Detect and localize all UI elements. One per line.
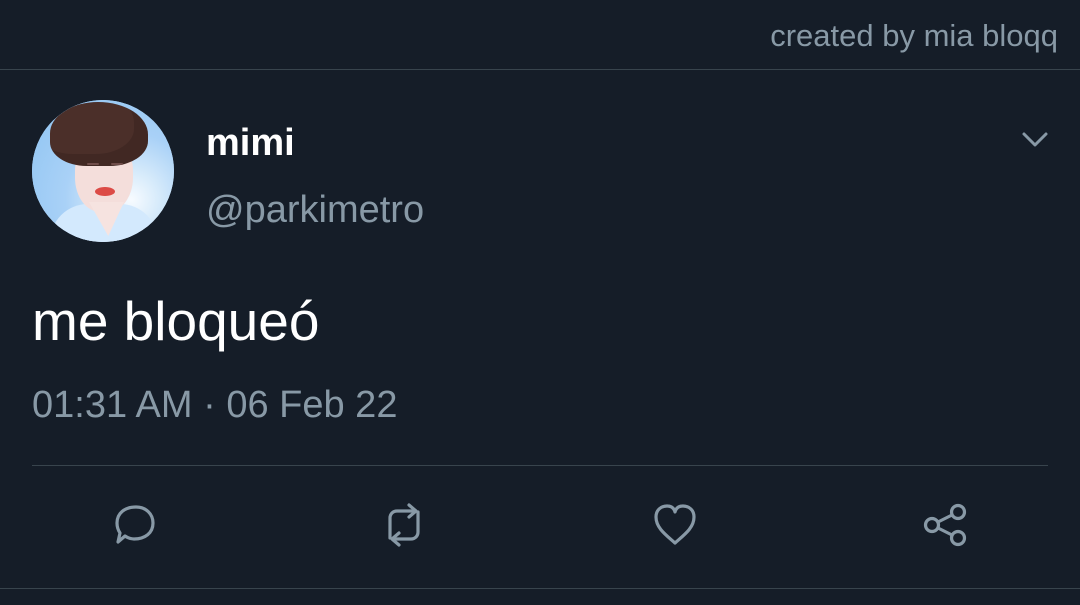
share-icon bbox=[923, 503, 967, 547]
avatar-left-eye bbox=[87, 163, 99, 165]
tweet-timestamp[interactable]: 01:31 AM · 06 Feb 22 bbox=[32, 383, 397, 427]
avatar[interactable] bbox=[32, 100, 174, 242]
author-name[interactable]: mimi bbox=[206, 121, 295, 165]
bottom-divider bbox=[0, 588, 1080, 589]
chevron-down-icon[interactable] bbox=[1018, 122, 1052, 156]
tweet-text: me bloqueó bbox=[32, 290, 320, 352]
avatar-right-eye bbox=[111, 163, 123, 165]
like-button[interactable] bbox=[648, 498, 702, 552]
retweet-icon bbox=[388, 503, 420, 547]
heart-icon bbox=[654, 504, 696, 545]
retweet-button[interactable] bbox=[377, 498, 431, 552]
reply-button[interactable] bbox=[107, 498, 161, 552]
author-handle[interactable]: @parkimetro bbox=[206, 188, 424, 232]
avatar-hair bbox=[50, 102, 148, 166]
share-button[interactable] bbox=[918, 498, 972, 552]
reply-icon bbox=[115, 505, 155, 544]
top-divider bbox=[0, 69, 1080, 70]
watermark-text: created by mia bloqq bbox=[770, 18, 1058, 53]
tweet-screen: created by mia bloqq mimi @parkimetro me… bbox=[0, 0, 1080, 605]
avatar-lips bbox=[95, 187, 115, 196]
actions-divider bbox=[32, 465, 1048, 466]
